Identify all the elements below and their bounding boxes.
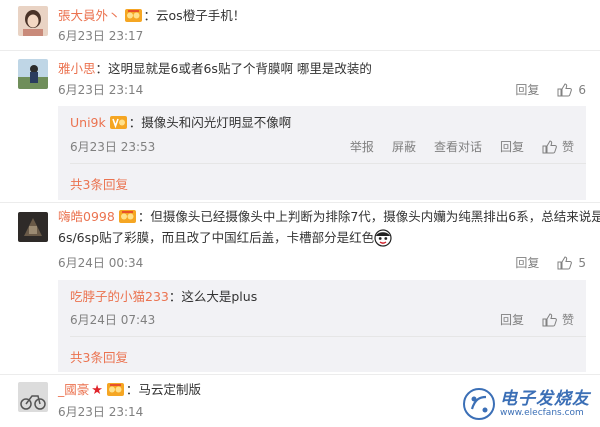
comment-header: 嗨皓0998 ：但摄像头已经摄像头中上判断为排除7代，摄像头内孏为纯黑排出6系，总… bbox=[58, 208, 600, 226]
comment-header: 張大員外丶 ：云os橙子手机！ bbox=[58, 8, 246, 23]
username-link[interactable]: 雅小思 bbox=[58, 61, 96, 76]
like-button[interactable]: 赞 bbox=[542, 311, 574, 328]
emoji-face-icon bbox=[374, 229, 392, 247]
reply-actions: 回复 赞 bbox=[482, 311, 574, 328]
reply-header: 吃脖子的小猫233：这么大是plus bbox=[70, 289, 258, 304]
comment-actions: 回复 5 bbox=[497, 254, 586, 271]
avatar[interactable] bbox=[18, 6, 48, 36]
reply-text: 摄像头和闪光灯明显不像啊 bbox=[141, 115, 292, 130]
vip-badge-icon bbox=[118, 210, 136, 223]
reply-time: 6月23日 23:53 bbox=[70, 140, 156, 154]
comment-header: _國豪 ★ ：马云定制版 bbox=[58, 382, 201, 398]
reply-thread: Uni9k ：摄像头和闪光灯明显不像啊 6月23日 23:53 举报 屏蔽 查看对… bbox=[58, 106, 586, 200]
elecfans-logo-icon bbox=[463, 388, 495, 420]
watermark-url: www.elecfans.com bbox=[500, 407, 584, 418]
comment-item: 雅小思：这明显就是6或者6s贴了个背膜啊 哪里是改装的 6月23日 23:14 … bbox=[0, 52, 600, 202]
divider bbox=[0, 202, 600, 203]
avatar[interactable] bbox=[18, 382, 48, 412]
reply-button[interactable]: 回复 bbox=[500, 311, 524, 328]
thumbs-up-icon bbox=[542, 312, 557, 326]
like-label: 赞 bbox=[561, 140, 574, 154]
username-link[interactable]: _國豪 bbox=[58, 382, 89, 397]
comment-text-continued: 6s/6sp贴了彩膜，而且改了中国红后盖，卡槽部分是红色 bbox=[58, 229, 392, 247]
like-button[interactable]: 5 bbox=[557, 256, 586, 270]
like-count: 5 bbox=[578, 255, 586, 270]
comment-item: 嗨皓0998 ：但摄像头已经摄像头中上判断为排除7代，摄像头内孏为纯黑排出6系，总… bbox=[0, 204, 600, 374]
like-label: 赞 bbox=[561, 313, 574, 327]
username-link[interactable]: 嗨皓0998 bbox=[58, 209, 115, 224]
vip-badge-icon bbox=[106, 383, 124, 396]
vip-badge-icon bbox=[124, 9, 142, 22]
reply-header: Uni9k ：摄像头和闪光灯明显不像啊 bbox=[70, 115, 292, 130]
reply-button[interactable]: 回复 bbox=[500, 138, 524, 155]
report-button[interactable]: 举报 bbox=[350, 138, 374, 155]
comment-header: 雅小思：这明显就是6或者6s贴了个背膜啊 哪里是改装的 bbox=[58, 61, 372, 76]
comment-time: 6月23日 23:14 bbox=[58, 405, 144, 419]
username-link[interactable]: 吃脖子的小猫233 bbox=[70, 289, 169, 304]
more-replies-link[interactable]: 共3条回复 bbox=[70, 174, 128, 193]
reply-time: 6月24日 07:43 bbox=[70, 313, 156, 327]
like-button[interactable]: 6 bbox=[557, 83, 586, 97]
thumbs-up-icon bbox=[557, 255, 573, 269]
thumbs-up-icon bbox=[557, 82, 573, 96]
divider bbox=[0, 374, 600, 375]
avatar[interactable] bbox=[18, 59, 48, 89]
view-thread-button[interactable]: 查看对话 bbox=[434, 138, 482, 155]
comment-text: 云os橙子手机！ bbox=[156, 8, 246, 23]
block-button[interactable]: 屏蔽 bbox=[392, 138, 416, 155]
comment-text: 这明显就是6或者6s贴了个背膜啊 哪里是改装的 bbox=[108, 61, 372, 76]
divider bbox=[0, 50, 600, 51]
reply-thread: 吃脖子的小猫233：这么大是plus 6月24日 07:43 回复 赞 共3条回… bbox=[58, 280, 586, 372]
divider bbox=[70, 163, 586, 164]
comment-time: 6月23日 23:17 bbox=[58, 29, 144, 43]
divider bbox=[70, 336, 586, 337]
comment-item: 張大員外丶 ：云os橙子手机！ 6月23日 23:17 bbox=[0, 0, 600, 46]
like-count: 6 bbox=[578, 82, 586, 97]
comment-text: 但摄像头已经摄像头中上判断为排除7代，摄像头内孏为纯黑排出6系，总结来说是 bbox=[150, 209, 600, 224]
watermark: 电子发烧友 www.elecfans.com bbox=[462, 387, 590, 421]
comment-time: 6月24日 00:34 bbox=[58, 256, 144, 270]
comment-text: 马云定制版 bbox=[138, 382, 201, 397]
thumbs-up-icon bbox=[542, 139, 557, 153]
like-button[interactable]: 赞 bbox=[542, 138, 574, 155]
watermark-title: 电子发烧友 bbox=[500, 388, 590, 409]
reply-actions: 举报 屏蔽 查看对话 回复 赞 bbox=[332, 138, 574, 155]
reply-text: 这么大是plus bbox=[181, 289, 258, 304]
username-link[interactable]: 張大員外丶 bbox=[58, 8, 121, 23]
star-badge-icon: ★ bbox=[91, 383, 103, 398]
avatar[interactable] bbox=[18, 212, 48, 242]
reply-button[interactable]: 回复 bbox=[515, 81, 539, 98]
username-link[interactable]: Uni9k bbox=[70, 115, 106, 130]
comment-actions: 回复 6 bbox=[497, 81, 586, 98]
reply-button[interactable]: 回复 bbox=[515, 254, 539, 271]
vip-badge-icon bbox=[109, 116, 127, 129]
more-replies-link[interactable]: 共3条回复 bbox=[70, 347, 128, 366]
comment-time: 6月23日 23:14 bbox=[58, 83, 144, 97]
